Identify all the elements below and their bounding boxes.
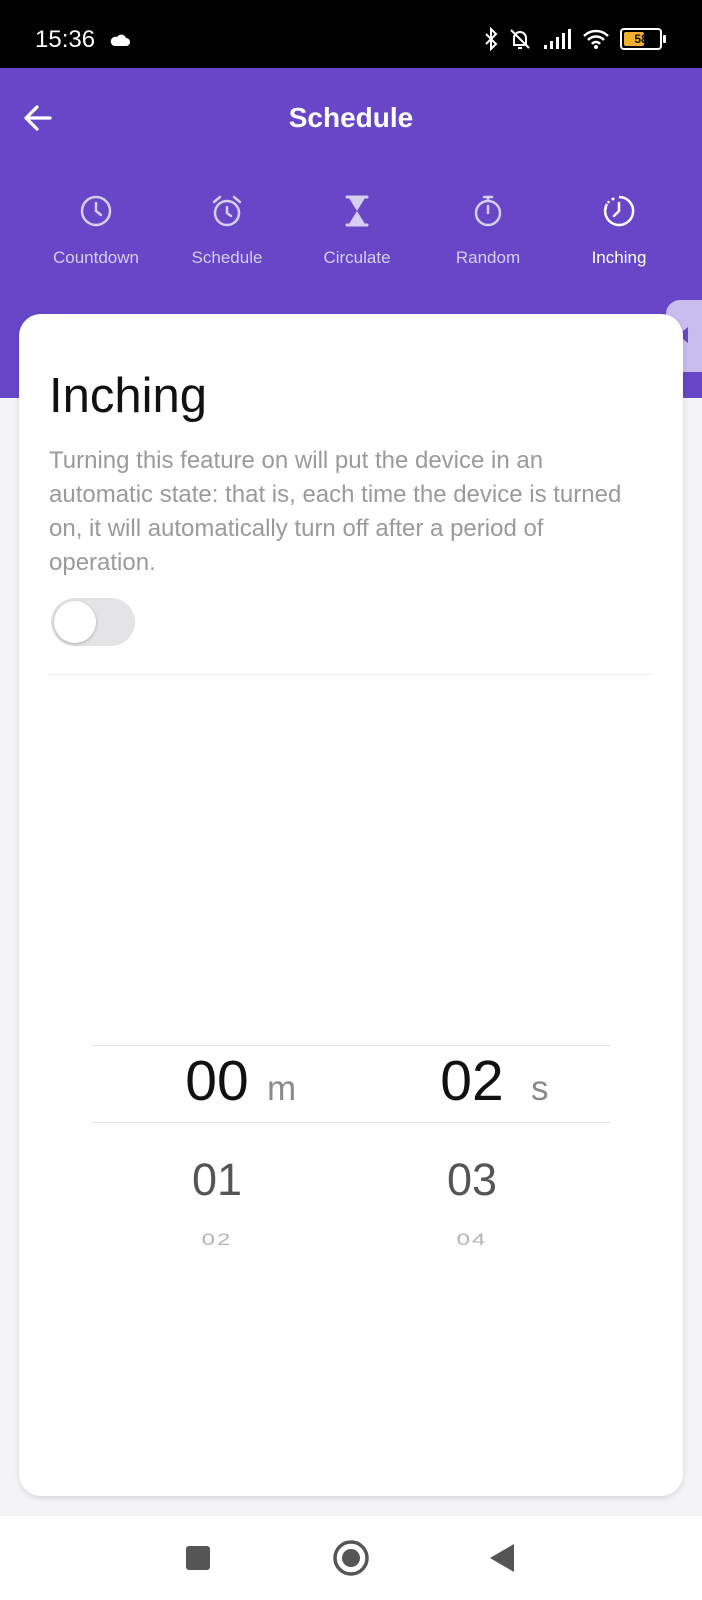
card-title: Inching — [49, 369, 208, 423]
tab-countdown[interactable]: Countdown — [31, 194, 161, 268]
tab-label: Countdown — [52, 248, 139, 267]
tab-bar: Countdown Schedule Circulate Random Inch… — [0, 194, 702, 343]
minutes-unit: m — [267, 1069, 297, 1108]
signal-icon — [544, 29, 571, 49]
battery-icon: 58 — [620, 28, 666, 50]
status-bar: 15:36 58 — [0, 0, 702, 68]
status-icons: 58 — [484, 26, 666, 52]
alarm-clock-icon — [212, 195, 242, 227]
minutes-far: 02 — [201, 1230, 233, 1250]
system-nav-bar — [0, 1516, 702, 1600]
wifi-icon — [583, 29, 609, 49]
toggle-knob — [54, 601, 96, 643]
tab-schedule[interactable]: Schedule — [162, 194, 292, 268]
tab-label: Random — [455, 248, 521, 267]
stopwatch-icon — [474, 195, 502, 227]
tab-circulate[interactable]: Circulate — [292, 194, 422, 268]
divider — [49, 674, 651, 675]
bluetooth-icon — [485, 27, 498, 51]
seconds-next: 03 — [446, 1154, 498, 1205]
minutes-next: 01 — [191, 1154, 243, 1205]
cloud-icon — [110, 34, 130, 46]
inching-toggle[interactable] — [51, 598, 135, 646]
bell-off-icon — [510, 29, 530, 49]
recents-square-icon[interactable] — [185, 1545, 211, 1571]
dotted-clock-icon — [603, 195, 635, 227]
card-description: Turning this feature on will put the dev… — [49, 447, 622, 576]
tab-random[interactable]: Random — [423, 194, 553, 268]
hourglass-icon — [345, 195, 369, 227]
seconds-selected: 02 — [440, 1049, 504, 1113]
tab-label: Inching — [591, 248, 647, 267]
seconds-unit: s — [531, 1069, 549, 1108]
tab-label: Circulate — [323, 248, 391, 267]
tab-inching[interactable]: Inching — [554, 194, 684, 268]
picker-top-line — [92, 1045, 610, 1046]
status-time: 15:36 — [35, 26, 96, 53]
back-triangle-icon[interactable] — [488, 1542, 516, 1574]
minutes-selected: 00 — [185, 1049, 249, 1113]
tab-label: Schedule — [191, 248, 263, 267]
page-title: Schedule — [288, 102, 414, 133]
inching-card: Inching Turning this feature on will put… — [19, 314, 683, 1496]
home-circle-icon[interactable] — [332, 1539, 370, 1577]
clock-icon — [80, 195, 112, 227]
seconds-far: 04 — [456, 1230, 488, 1250]
battery-level: 58 — [634, 32, 648, 46]
picker-bottom-line — [92, 1122, 610, 1123]
